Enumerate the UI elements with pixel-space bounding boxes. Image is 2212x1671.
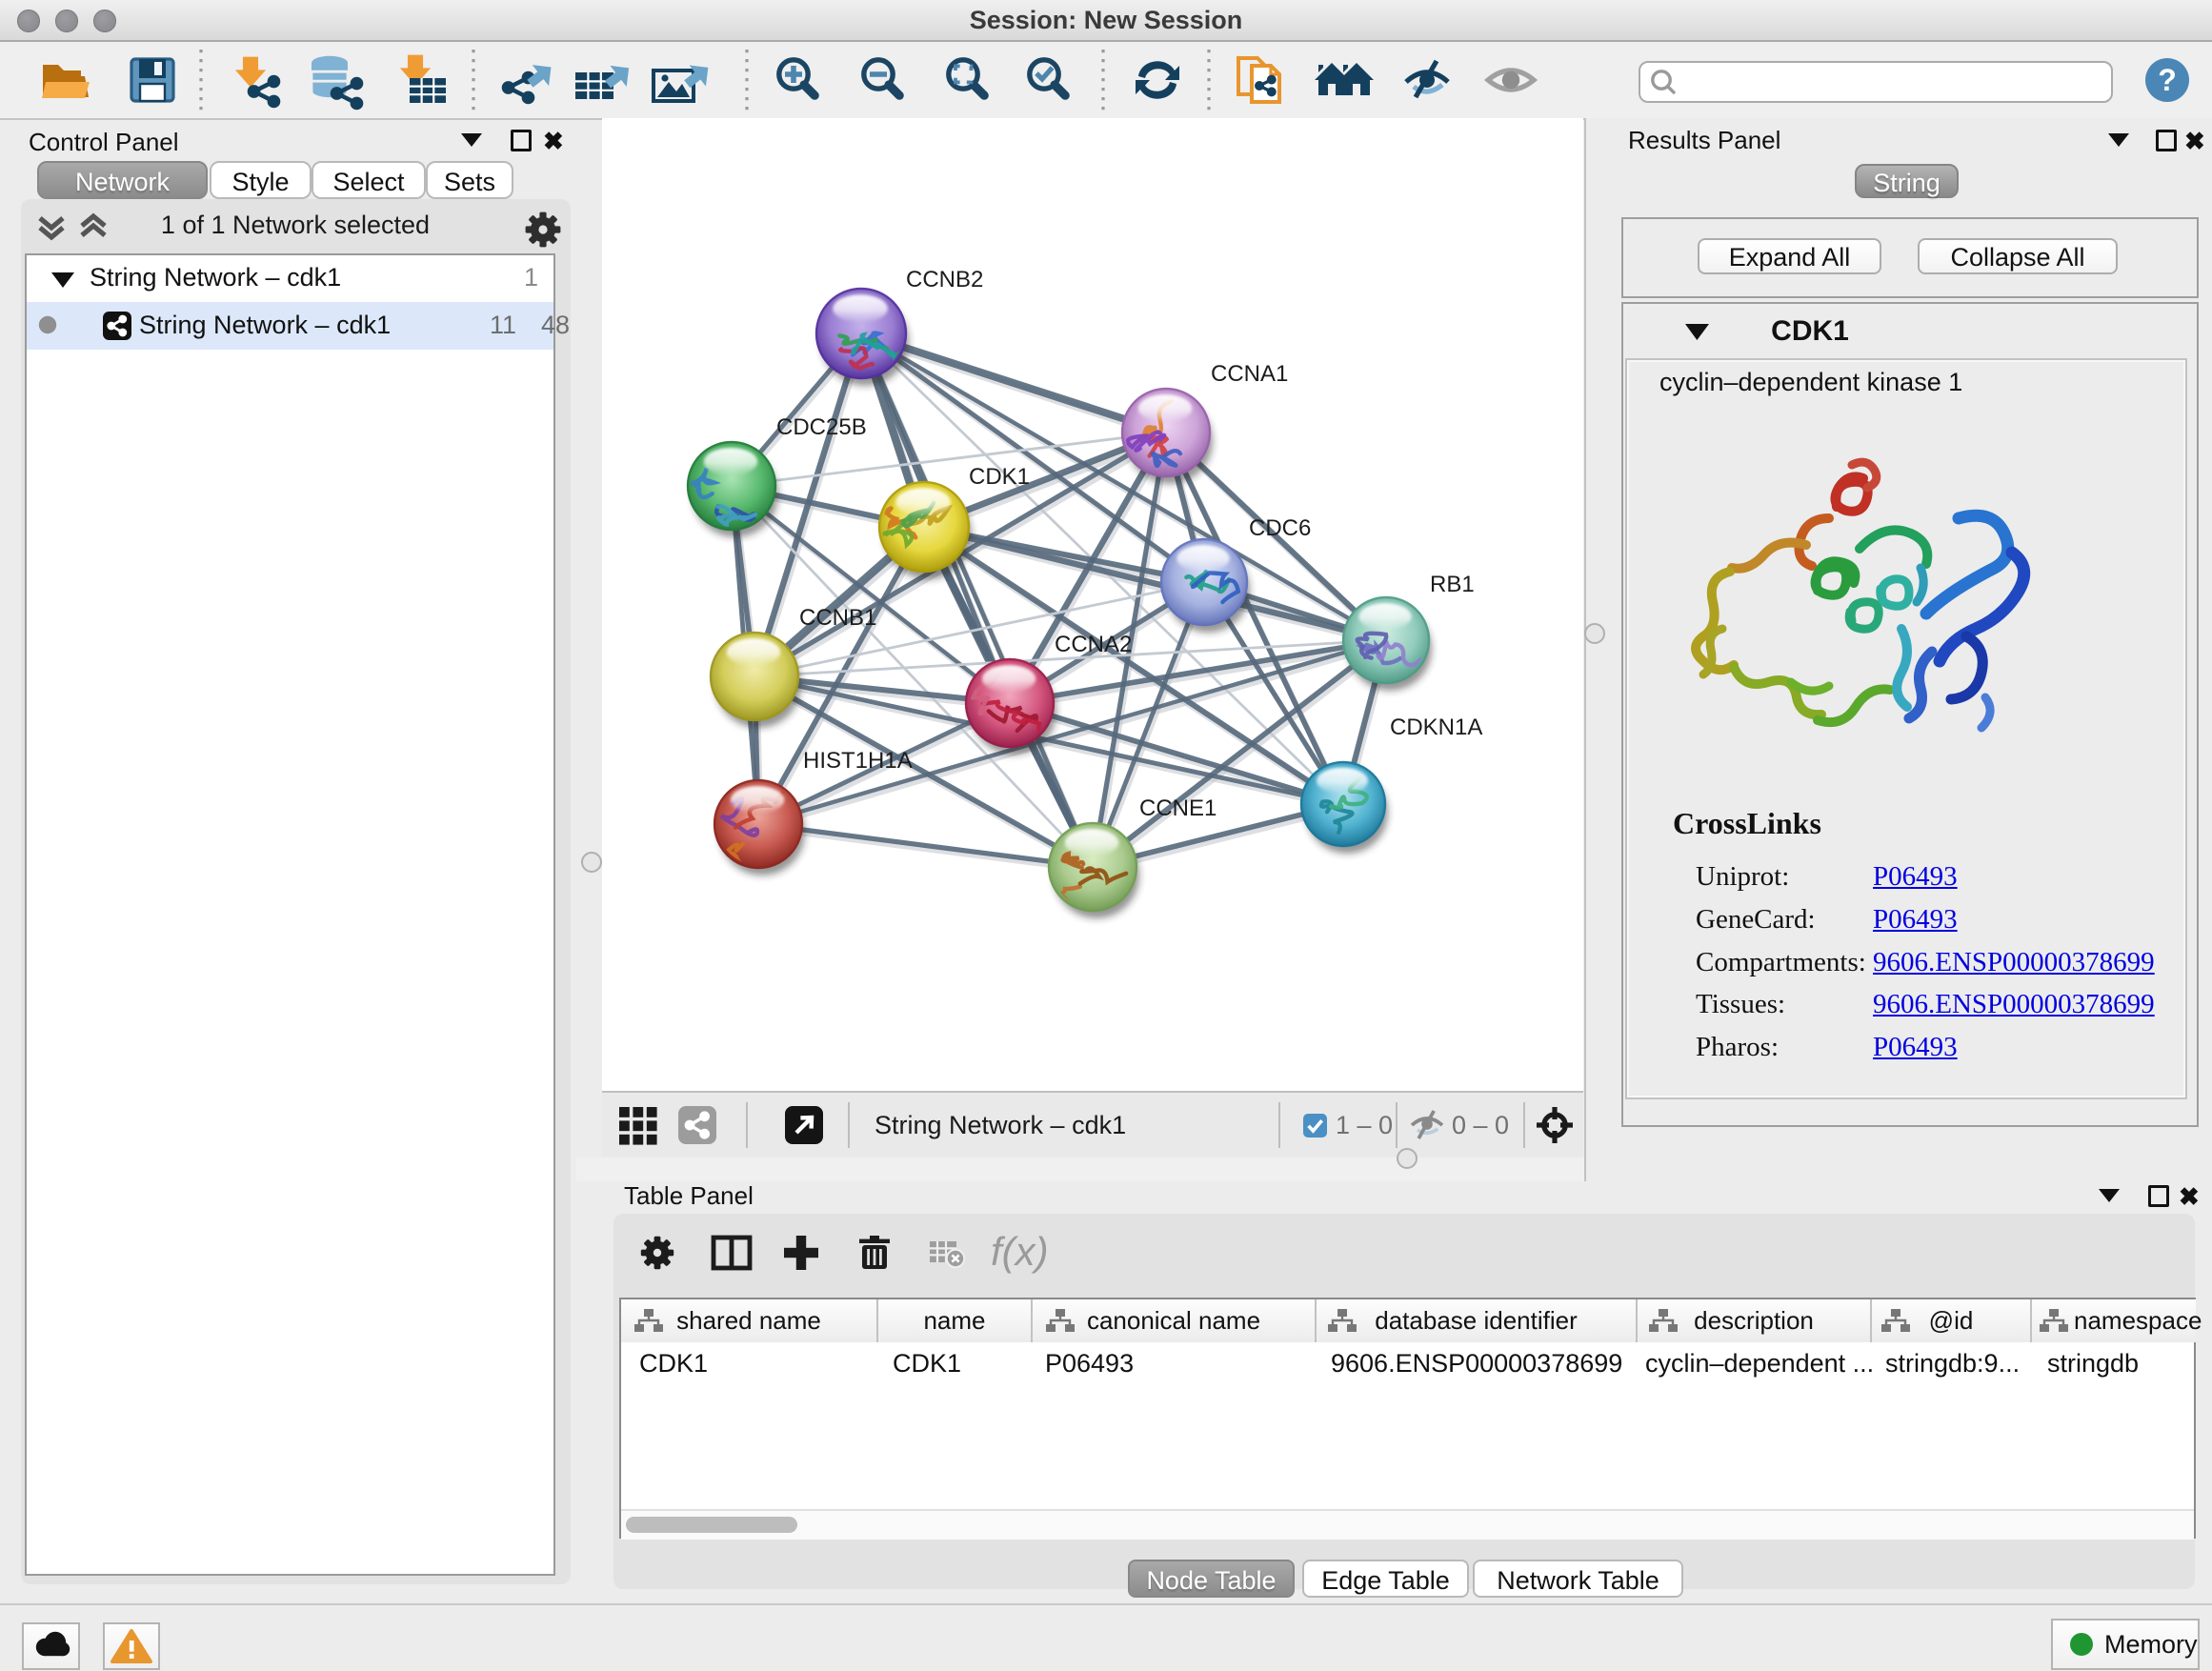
- svg-text:HIST1H1A: HIST1H1A: [803, 748, 913, 774]
- svg-text:f(x): f(x): [991, 1229, 1049, 1274]
- svg-text:CCNB2: CCNB2: [906, 267, 983, 292]
- svg-text:String Network – cdk1: String Network – cdk1: [875, 1111, 1126, 1139]
- svg-text:CCNA2: CCNA2: [1055, 632, 1132, 657]
- svg-text:CDC25B: CDC25B: [776, 414, 867, 440]
- svg-text:0 – 0: 0 – 0: [1452, 1111, 1509, 1139]
- svg-text:RB1: RB1: [1430, 572, 1475, 597]
- svg-text:CDK1: CDK1: [969, 464, 1030, 490]
- svg-text:CDKN1A: CDKN1A: [1390, 715, 1482, 740]
- svg-text:CCNB1: CCNB1: [799, 605, 876, 631]
- svg-text:CCNA1: CCNA1: [1211, 361, 1288, 387]
- svg-text:1 – 0: 1 – 0: [1336, 1111, 1393, 1139]
- svg-text:CDC6: CDC6: [1249, 515, 1311, 541]
- svg-text:CCNE1: CCNE1: [1139, 795, 1217, 821]
- svg-text:?: ?: [2158, 63, 2177, 97]
